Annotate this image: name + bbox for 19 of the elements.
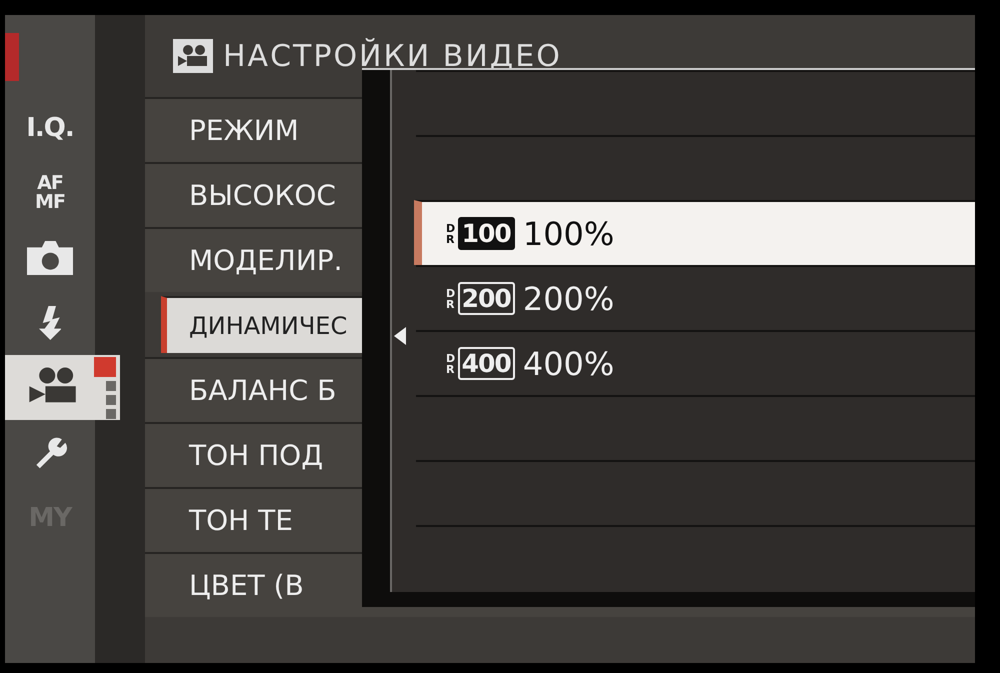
- dr-badge: 400: [458, 347, 515, 380]
- option-label: 400%: [522, 344, 614, 382]
- dr-mark: DR: [446, 222, 454, 244]
- page-marker: [5, 33, 19, 81]
- page-indicator: [94, 357, 116, 419]
- option-label: 100%: [522, 214, 614, 252]
- dr-badge: 100: [458, 217, 515, 250]
- movie-camera-icon: [173, 39, 213, 73]
- menu-title: НАСТРОЙКИ ВИДЕО: [223, 38, 562, 74]
- dr-badge: 200: [458, 282, 515, 315]
- menu-tab[interactable]: I.Q.: [5, 95, 95, 160]
- camera-icon: [26, 240, 74, 274]
- dr-mark: DR: [446, 288, 454, 310]
- dr-mark: DR: [446, 352, 454, 374]
- menu-tab[interactable]: [5, 355, 120, 420]
- flash-icon: [38, 306, 62, 340]
- menu-tab[interactable]: AF MF: [5, 160, 95, 225]
- left-arrow-icon: [394, 327, 406, 345]
- option-label: 200%: [522, 280, 614, 318]
